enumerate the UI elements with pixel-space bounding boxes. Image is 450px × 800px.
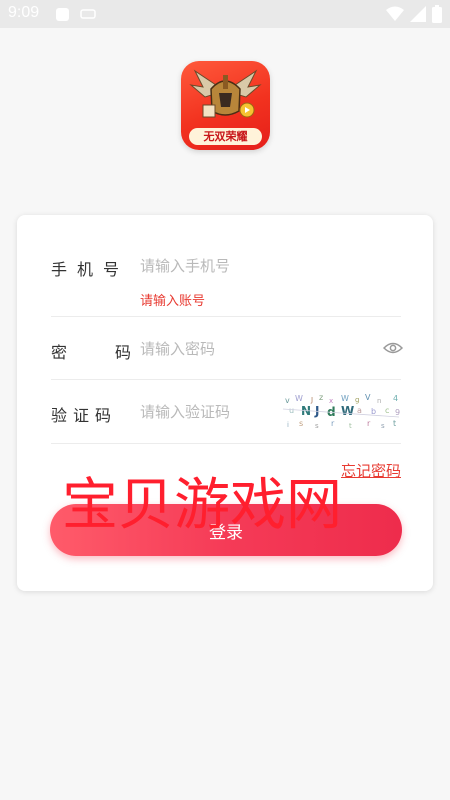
- svg-text:W: W: [341, 404, 354, 418]
- battery-icon: [432, 5, 442, 23]
- system-icons: [386, 5, 442, 23]
- svg-text:J: J: [310, 396, 313, 404]
- signal-icon: [410, 6, 426, 22]
- sim-icon: [80, 7, 96, 21]
- divider: [51, 379, 401, 380]
- forgot-password-link[interactable]: 忘记密码: [341, 460, 401, 481]
- captcha-label: 验证码: [51, 406, 118, 425]
- svg-text:s: s: [315, 422, 319, 430]
- svg-text:i: i: [287, 421, 289, 429]
- svg-text:s: s: [299, 419, 303, 428]
- app-logo: 无双荣耀: [181, 61, 270, 150]
- svg-text:z: z: [319, 393, 323, 402]
- svg-text:9: 9: [395, 408, 400, 417]
- login-page: 9:09 无双荣耀 手机号 请输入手机号 请输入账号 密码 验证码 请输入验证码…: [0, 0, 450, 800]
- svg-text:t: t: [349, 422, 352, 430]
- phone-label: 手机号: [51, 260, 130, 279]
- svg-text:W: W: [295, 394, 303, 403]
- password-input[interactable]: [140, 336, 360, 362]
- phone-error-text: 请输入账号: [140, 294, 206, 309]
- svg-text:r: r: [331, 419, 335, 428]
- divider: [51, 316, 401, 317]
- eye-icon[interactable]: [383, 341, 403, 355]
- notification-icon: [56, 8, 69, 21]
- svg-text:c: c: [385, 406, 389, 415]
- password-label: 密码: [51, 343, 180, 362]
- logo-banner-text: 无双荣耀: [189, 128, 262, 145]
- phone-input[interactable]: [140, 253, 360, 279]
- svg-text:t: t: [393, 419, 396, 428]
- status-time: 9:09: [8, 4, 40, 21]
- svg-text:x: x: [329, 397, 333, 405]
- helmet-emblem-icon: [189, 69, 262, 118]
- svg-text:g: g: [355, 396, 359, 404]
- svg-text:s: s: [381, 422, 385, 430]
- login-button[interactable]: 登录: [50, 504, 402, 556]
- svg-text:W: W: [341, 394, 349, 403]
- captcha-image[interactable]: v W J z x W g V n 4 u N J d W a b c 9 i …: [281, 391, 403, 431]
- status-bar: 9:09: [0, 0, 450, 28]
- svg-text:V: V: [365, 393, 371, 402]
- svg-text:v: v: [285, 396, 290, 405]
- divider: [51, 443, 401, 444]
- svg-text:a: a: [357, 406, 362, 415]
- captcha-input[interactable]: [140, 399, 270, 425]
- login-card: 手机号 请输入账号 密码 验证码 v W J z x W g V n 4 u N…: [17, 215, 433, 591]
- svg-text:r: r: [367, 419, 371, 428]
- svg-text:4: 4: [393, 394, 398, 403]
- svg-text:b: b: [371, 407, 376, 416]
- svg-text:n: n: [377, 397, 381, 405]
- svg-text:u: u: [289, 406, 294, 415]
- wifi-icon: [386, 6, 404, 21]
